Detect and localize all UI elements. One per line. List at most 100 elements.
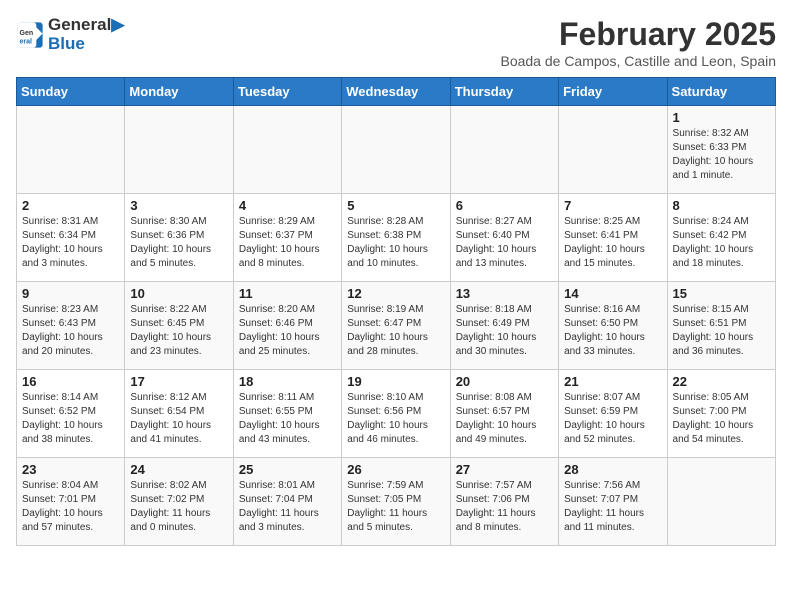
page-header: Gen eral General▶ Blue February 2025 Boa… xyxy=(16,16,776,69)
calendar-cell xyxy=(233,106,341,194)
day-number: 13 xyxy=(456,286,553,301)
day-number: 12 xyxy=(347,286,444,301)
calendar-cell: 28 Sunrise: 7:56 AM Sunset: 7:07 PM Dayli… xyxy=(559,458,667,546)
svg-text:eral: eral xyxy=(20,38,33,45)
day-number: 24 xyxy=(130,462,227,477)
calendar-cell: 27 Sunrise: 7:57 AM Sunset: 7:06 PM Dayli… xyxy=(450,458,558,546)
weekday-header-wednesday: Wednesday xyxy=(342,78,450,106)
weekday-header-monday: Monday xyxy=(125,78,233,106)
day-info: Sunrise: 8:19 AM Sunset: 6:47 PM Dayligh… xyxy=(347,303,444,359)
day-number: 20 xyxy=(456,374,553,389)
weekday-header-tuesday: Tuesday xyxy=(233,78,341,106)
day-number: 28 xyxy=(564,462,661,477)
calendar-cell: 18 Sunrise: 8:11 AM Sunset: 6:55 PM Dayli… xyxy=(233,370,341,458)
calendar-cell: 8Sunrise: 8:24 AM Sunset: 6:42 PM Daylig… xyxy=(667,194,775,282)
calendar-cell: 12 Sunrise: 8:19 AM Sunset: 6:47 PM Dayli… xyxy=(342,282,450,370)
calendar-cell: 25 Sunrise: 8:01 AM Sunset: 7:04 PM Dayli… xyxy=(233,458,341,546)
day-info: Sunrise: 8:28 AM Sunset: 6:38 PM Dayligh… xyxy=(347,215,444,271)
day-info: Sunrise: 8:20 AM Sunset: 6:46 PM Dayligh… xyxy=(239,303,336,359)
day-number: 21 xyxy=(564,374,661,389)
calendar-cell xyxy=(17,106,125,194)
day-info: Sunrise: 8:23 AM Sunset: 6:43 PM Dayligh… xyxy=(22,303,119,359)
day-info: Sunrise: 7:56 AM Sunset: 7:07 PM Dayligh… xyxy=(564,479,661,535)
day-number: 19 xyxy=(347,374,444,389)
day-info: Sunrise: 8:05 AM Sunset: 7:00 PM Dayligh… xyxy=(673,391,770,447)
calendar-cell: 20 Sunrise: 8:08 AM Sunset: 6:57 PM Dayli… xyxy=(450,370,558,458)
day-number: 5 xyxy=(347,198,444,213)
week-row-1: 1Sunrise: 8:32 AM Sunset: 6:33 PM Daylig… xyxy=(17,106,776,194)
calendar-cell: 23Sunrise: 8:04 AM Sunset: 7:01 PM Dayli… xyxy=(17,458,125,546)
calendar-cell: 7Sunrise: 8:25 AM Sunset: 6:41 PM Daylig… xyxy=(559,194,667,282)
day-info: Sunrise: 7:57 AM Sunset: 7:06 PM Dayligh… xyxy=(456,479,553,535)
day-number: 25 xyxy=(239,462,336,477)
day-number: 4 xyxy=(239,198,336,213)
day-info: Sunrise: 8:14 AM Sunset: 6:52 PM Dayligh… xyxy=(22,391,119,447)
day-number: 18 xyxy=(239,374,336,389)
calendar-cell: 16Sunrise: 8:14 AM Sunset: 6:52 PM Dayli… xyxy=(17,370,125,458)
day-info: Sunrise: 8:32 AM Sunset: 6:33 PM Dayligh… xyxy=(673,127,770,183)
weekday-header-friday: Friday xyxy=(559,78,667,106)
day-number: 15 xyxy=(673,286,770,301)
calendar-cell: 13 Sunrise: 8:18 AM Sunset: 6:49 PM Dayli… xyxy=(450,282,558,370)
calendar-cell: 17 Sunrise: 8:12 AM Sunset: 6:54 PM Dayli… xyxy=(125,370,233,458)
calendar-cell: 3 Sunrise: 8:30 AM Sunset: 6:36 PM Daylig… xyxy=(125,194,233,282)
day-number: 3 xyxy=(130,198,227,213)
day-number: 23 xyxy=(22,462,119,477)
month-title: February 2025 xyxy=(500,16,776,53)
calendar-cell xyxy=(559,106,667,194)
weekday-header-row: SundayMondayTuesdayWednesdayThursdayFrid… xyxy=(17,78,776,106)
weekday-header-saturday: Saturday xyxy=(667,78,775,106)
day-info: Sunrise: 8:16 AM Sunset: 6:50 PM Dayligh… xyxy=(564,303,661,359)
calendar-cell: 22 Sunrise: 8:05 AM Sunset: 7:00 PM Dayli… xyxy=(667,370,775,458)
day-number: 17 xyxy=(130,374,227,389)
calendar-cell: 24 Sunrise: 8:02 AM Sunset: 7:02 PM Dayli… xyxy=(125,458,233,546)
day-info: Sunrise: 8:10 AM Sunset: 6:56 PM Dayligh… xyxy=(347,391,444,447)
calendar-cell: 14Sunrise: 8:16 AM Sunset: 6:50 PM Dayli… xyxy=(559,282,667,370)
calendar-cell: 19 Sunrise: 8:10 AM Sunset: 6:56 PM Dayli… xyxy=(342,370,450,458)
day-number: 22 xyxy=(673,374,770,389)
week-row-3: 9 Sunrise: 8:23 AM Sunset: 6:43 PM Daylig… xyxy=(17,282,776,370)
logo: Gen eral General▶ Blue xyxy=(16,16,124,53)
calendar-cell xyxy=(342,106,450,194)
weekday-header-thursday: Thursday xyxy=(450,78,558,106)
day-info: Sunrise: 8:24 AM Sunset: 6:42 PM Dayligh… xyxy=(673,215,770,271)
svg-text:Gen: Gen xyxy=(20,30,34,37)
day-info: Sunrise: 8:11 AM Sunset: 6:55 PM Dayligh… xyxy=(239,391,336,447)
calendar-cell: 1Sunrise: 8:32 AM Sunset: 6:33 PM Daylig… xyxy=(667,106,775,194)
day-number: 27 xyxy=(456,462,553,477)
week-row-2: 2 Sunrise: 8:31 AM Sunset: 6:34 PM Daylig… xyxy=(17,194,776,282)
day-info: Sunrise: 8:12 AM Sunset: 6:54 PM Dayligh… xyxy=(130,391,227,447)
calendar-cell xyxy=(125,106,233,194)
calendar-cell: 11 Sunrise: 8:20 AM Sunset: 6:46 PM Dayli… xyxy=(233,282,341,370)
day-info: Sunrise: 8:18 AM Sunset: 6:49 PM Dayligh… xyxy=(456,303,553,359)
day-info: Sunrise: 8:25 AM Sunset: 6:41 PM Dayligh… xyxy=(564,215,661,271)
day-info: Sunrise: 8:30 AM Sunset: 6:36 PM Dayligh… xyxy=(130,215,227,271)
day-info: Sunrise: 8:02 AM Sunset: 7:02 PM Dayligh… xyxy=(130,479,227,535)
day-info: Sunrise: 8:08 AM Sunset: 6:57 PM Dayligh… xyxy=(456,391,553,447)
location: Boada de Campos, Castille and Leon, Spai… xyxy=(500,53,776,69)
week-row-4: 16Sunrise: 8:14 AM Sunset: 6:52 PM Dayli… xyxy=(17,370,776,458)
calendar-cell: 9 Sunrise: 8:23 AM Sunset: 6:43 PM Daylig… xyxy=(17,282,125,370)
day-number: 11 xyxy=(239,286,336,301)
calendar-cell: 2 Sunrise: 8:31 AM Sunset: 6:34 PM Daylig… xyxy=(17,194,125,282)
day-info: Sunrise: 8:01 AM Sunset: 7:04 PM Dayligh… xyxy=(239,479,336,535)
day-info: Sunrise: 8:31 AM Sunset: 6:34 PM Dayligh… xyxy=(22,215,119,271)
day-number: 2 xyxy=(22,198,119,213)
day-info: Sunrise: 7:59 AM Sunset: 7:05 PM Dayligh… xyxy=(347,479,444,535)
day-info: Sunrise: 8:29 AM Sunset: 6:37 PM Dayligh… xyxy=(239,215,336,271)
day-info: Sunrise: 8:15 AM Sunset: 6:51 PM Dayligh… xyxy=(673,303,770,359)
calendar-cell xyxy=(667,458,775,546)
calendar-cell: 15 Sunrise: 8:15 AM Sunset: 6:51 PM Dayli… xyxy=(667,282,775,370)
calendar-cell: 5 Sunrise: 8:28 AM Sunset: 6:38 PM Daylig… xyxy=(342,194,450,282)
title-block: February 2025 Boada de Campos, Castille … xyxy=(500,16,776,69)
logo-text: General▶ Blue xyxy=(48,16,124,53)
week-row-5: 23Sunrise: 8:04 AM Sunset: 7:01 PM Dayli… xyxy=(17,458,776,546)
day-info: Sunrise: 8:07 AM Sunset: 6:59 PM Dayligh… xyxy=(564,391,661,447)
calendar-table: SundayMondayTuesdayWednesdayThursdayFrid… xyxy=(16,77,776,546)
day-info: Sunrise: 8:22 AM Sunset: 6:45 PM Dayligh… xyxy=(130,303,227,359)
calendar-cell: 26Sunrise: 7:59 AM Sunset: 7:05 PM Dayli… xyxy=(342,458,450,546)
calendar-cell: 4 Sunrise: 8:29 AM Sunset: 6:37 PM Daylig… xyxy=(233,194,341,282)
calendar-cell xyxy=(450,106,558,194)
day-number: 9 xyxy=(22,286,119,301)
day-number: 6 xyxy=(456,198,553,213)
